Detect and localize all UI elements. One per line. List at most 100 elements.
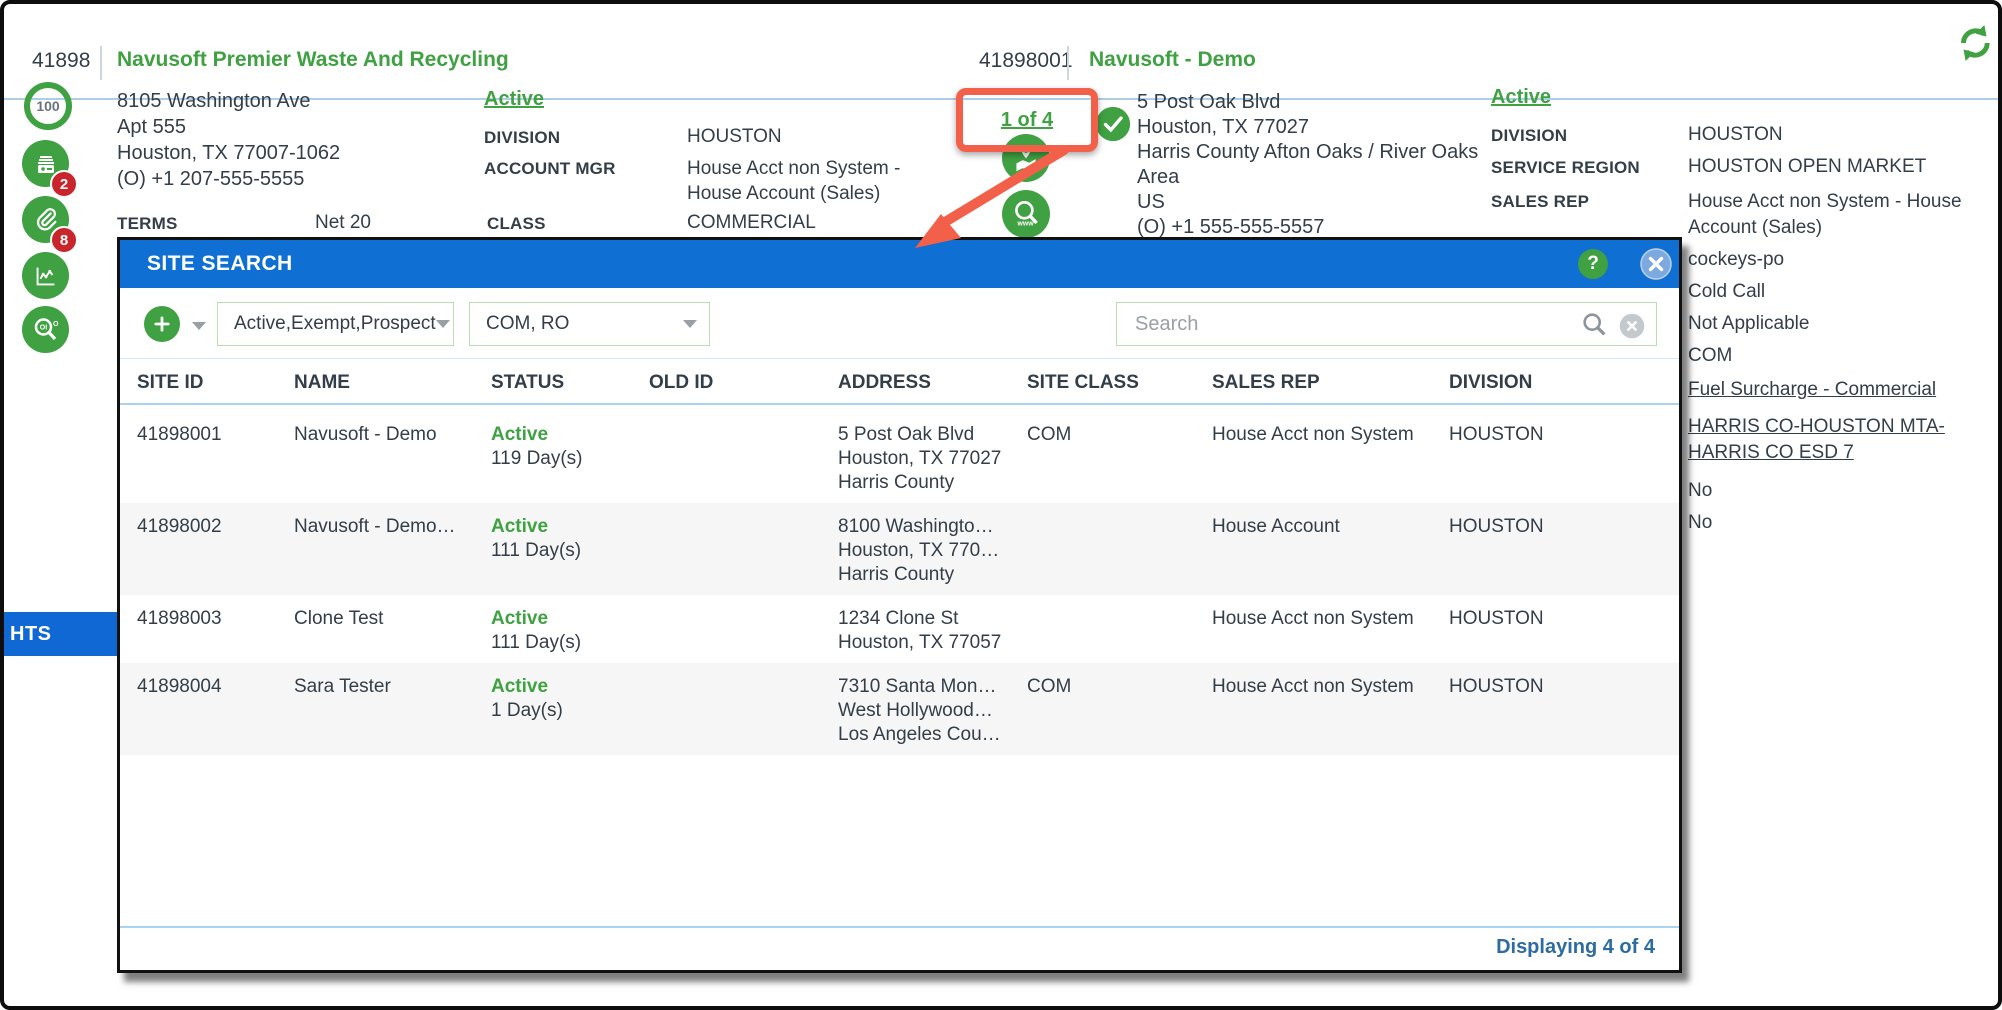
search-input[interactable] bbox=[1116, 302, 1657, 346]
class-filter-value: COM, RO bbox=[486, 313, 570, 334]
cell-name: Sara Tester bbox=[294, 676, 391, 697]
account-address-line: Apt 555 bbox=[117, 116, 186, 138]
modal-footer: Displaying 4 of 4 bbox=[120, 926, 1679, 970]
cell-name: Clone Test bbox=[294, 608, 384, 629]
site-name: Navusoft - Demo bbox=[1089, 48, 1256, 71]
cell-site-class: COM bbox=[1027, 676, 1072, 697]
cell-site-id: 41898001 bbox=[137, 424, 222, 445]
tab-highlights-label: HTS bbox=[10, 623, 52, 645]
site-country: US bbox=[1137, 191, 1165, 213]
site-division-label: DIVISION bbox=[1491, 126, 1568, 145]
clear-search-icon[interactable] bbox=[1618, 312, 1646, 340]
audit-search-icon[interactable]: OI O bbox=[22, 306, 69, 353]
cell-site-class bbox=[1027, 515, 1212, 587]
col-old-id[interactable]: OLD ID bbox=[649, 372, 838, 394]
site-address-line: Houston, TX 77027 bbox=[1137, 116, 1309, 138]
close-icon[interactable] bbox=[1640, 248, 1672, 280]
site-pager-link[interactable]: 1 of 4 bbox=[1001, 109, 1053, 132]
terms-value: Net 20 bbox=[315, 212, 371, 233]
table-row[interactable]: 41898002 Navusoft - Demo… Active 111 Day… bbox=[120, 503, 1679, 595]
record-count: Displaying 4 of 4 bbox=[1496, 936, 1655, 958]
col-name[interactable]: NAME bbox=[294, 372, 491, 394]
cell-status: Active 119 Day(s) bbox=[491, 424, 583, 469]
cell-address: 8100 Washingto… Houston, TX 770… Harris … bbox=[838, 516, 1000, 585]
col-sales-rep[interactable]: SALES REP bbox=[1212, 372, 1449, 394]
status-filter-value: Active,Exempt,Prospect bbox=[234, 313, 436, 334]
site-id: 41898001 bbox=[979, 49, 1073, 72]
col-status[interactable]: STATUS bbox=[491, 372, 649, 394]
svg-text:www: www bbox=[1017, 221, 1035, 228]
table-header: SITE ID NAME STATUS OLD ID ADDRESS SITE … bbox=[120, 362, 1679, 405]
table-row[interactable]: 41898004 Sara Tester Active 1 Day(s) 731… bbox=[120, 663, 1679, 755]
account-mgr-label: ACCOUNT MGR bbox=[484, 159, 616, 178]
division-value: HOUSTON bbox=[687, 126, 782, 147]
verified-check-icon bbox=[1096, 107, 1130, 141]
cell-address: 1234 Clone St Houston, TX 77057 bbox=[838, 608, 1002, 653]
search-icon[interactable] bbox=[1580, 310, 1610, 340]
cell-division: HOUSTON bbox=[1449, 676, 1544, 697]
modal-titlebar: SITE SEARCH ? bbox=[120, 240, 1679, 288]
analytics-chart-icon[interactable] bbox=[22, 252, 69, 299]
tax-district-link[interactable]: HARRIS CO-HOUSTON MTA-HARRIS CO ESD 7 bbox=[1688, 414, 1953, 466]
cell-division: HOUSTON bbox=[1449, 516, 1544, 537]
site-search-modal: SITE SEARCH ? Active,Exempt,Prospect COM… bbox=[117, 237, 1682, 973]
cell-status: Active 1 Day(s) bbox=[491, 676, 563, 721]
cell-status: Active 111 Day(s) bbox=[491, 516, 582, 561]
col-site-class[interactable]: SITE CLASS bbox=[1027, 372, 1212, 394]
cell-address: 5 Post Oak Blvd Houston, TX 77027 Harris… bbox=[838, 424, 1002, 493]
terms-label: TERMS bbox=[117, 214, 178, 233]
site-status-link[interactable]: Active bbox=[1491, 86, 1551, 109]
fuel-surcharge-link[interactable]: Fuel Surcharge - Commercial bbox=[1688, 377, 1936, 403]
help-glyph: ? bbox=[1587, 253, 1599, 274]
cell-site-id: 41898003 bbox=[137, 608, 222, 629]
account-name: Navusoft Premier Waste And Recycling bbox=[117, 48, 509, 71]
cell-old-id bbox=[649, 607, 838, 655]
account-status-link[interactable]: Active bbox=[484, 88, 544, 111]
web-search-icon[interactable]: www bbox=[1002, 190, 1050, 238]
account-mgr-value: House Acct non System - House Account (S… bbox=[687, 158, 901, 204]
chevron-down-icon bbox=[683, 320, 697, 328]
billing-badge: 2 bbox=[50, 170, 78, 198]
col-site-id[interactable]: SITE ID bbox=[137, 372, 294, 394]
help-icon[interactable]: ? bbox=[1578, 249, 1608, 279]
status-filter-dropdown[interactable]: Active,Exempt,Prospect bbox=[217, 302, 454, 346]
col-address[interactable]: ADDRESS bbox=[838, 372, 1027, 394]
site-class-value: COM bbox=[1688, 345, 1733, 366]
not-applicable-value: Not Applicable bbox=[1688, 313, 1810, 334]
table-row[interactable]: 41898003 Clone Test Active 111 Day(s) 12… bbox=[120, 595, 1679, 663]
class-filter-dropdown[interactable]: COM, RO bbox=[469, 302, 710, 346]
tab-highlights[interactable]: HTS bbox=[4, 612, 117, 656]
account-phone: (O) +1 207-555-5555 bbox=[117, 168, 305, 190]
score-gauge[interactable]: 100 bbox=[24, 82, 72, 130]
cell-old-id bbox=[649, 675, 838, 747]
add-site-button[interactable] bbox=[144, 306, 180, 342]
account-id: 41898 bbox=[32, 49, 91, 72]
site-address-line: 5 Post Oak Blvd bbox=[1137, 91, 1281, 113]
add-site-caret-icon[interactable] bbox=[192, 322, 206, 330]
site-address-line: Harris County Afton Oaks / River Oaks Ar… bbox=[1137, 141, 1479, 188]
refresh-icon[interactable] bbox=[1952, 20, 1998, 66]
lead-source-value: Cold Call bbox=[1688, 281, 1766, 302]
account-address-line: Houston, TX 77007-1062 bbox=[117, 142, 341, 164]
annotation-highlight-box: 1 of 4 bbox=[956, 88, 1098, 152]
flag-value: No bbox=[1688, 512, 1713, 533]
col-division[interactable]: DIVISION bbox=[1449, 372, 1679, 394]
cell-site-class bbox=[1027, 607, 1212, 655]
division-label: DIVISION bbox=[484, 128, 561, 147]
modal-title: SITE SEARCH bbox=[147, 252, 293, 275]
header-divider bbox=[100, 46, 102, 80]
svg-text:OI: OI bbox=[39, 324, 46, 331]
cell-sales-rep: House Account bbox=[1212, 516, 1340, 537]
table-row[interactable]: 41898001 Navusoft - Demo Active 119 Day(… bbox=[120, 411, 1679, 503]
cell-old-id bbox=[649, 515, 838, 587]
cell-old-id bbox=[649, 423, 838, 495]
cell-division: HOUSTON bbox=[1449, 424, 1544, 445]
cell-sales-rep: House Acct non System bbox=[1212, 608, 1414, 629]
cell-division: HOUSTON bbox=[1449, 608, 1544, 629]
site-division-value: HOUSTON bbox=[1688, 124, 1783, 145]
cell-name: Navusoft - Demo… bbox=[294, 516, 456, 537]
class-label: CLASS bbox=[487, 214, 546, 233]
cell-status: Active 111 Day(s) bbox=[491, 608, 582, 653]
service-region-value: HOUSTON OPEN MARKET bbox=[1688, 156, 1927, 177]
service-region-label: SERVICE REGION bbox=[1491, 158, 1640, 177]
